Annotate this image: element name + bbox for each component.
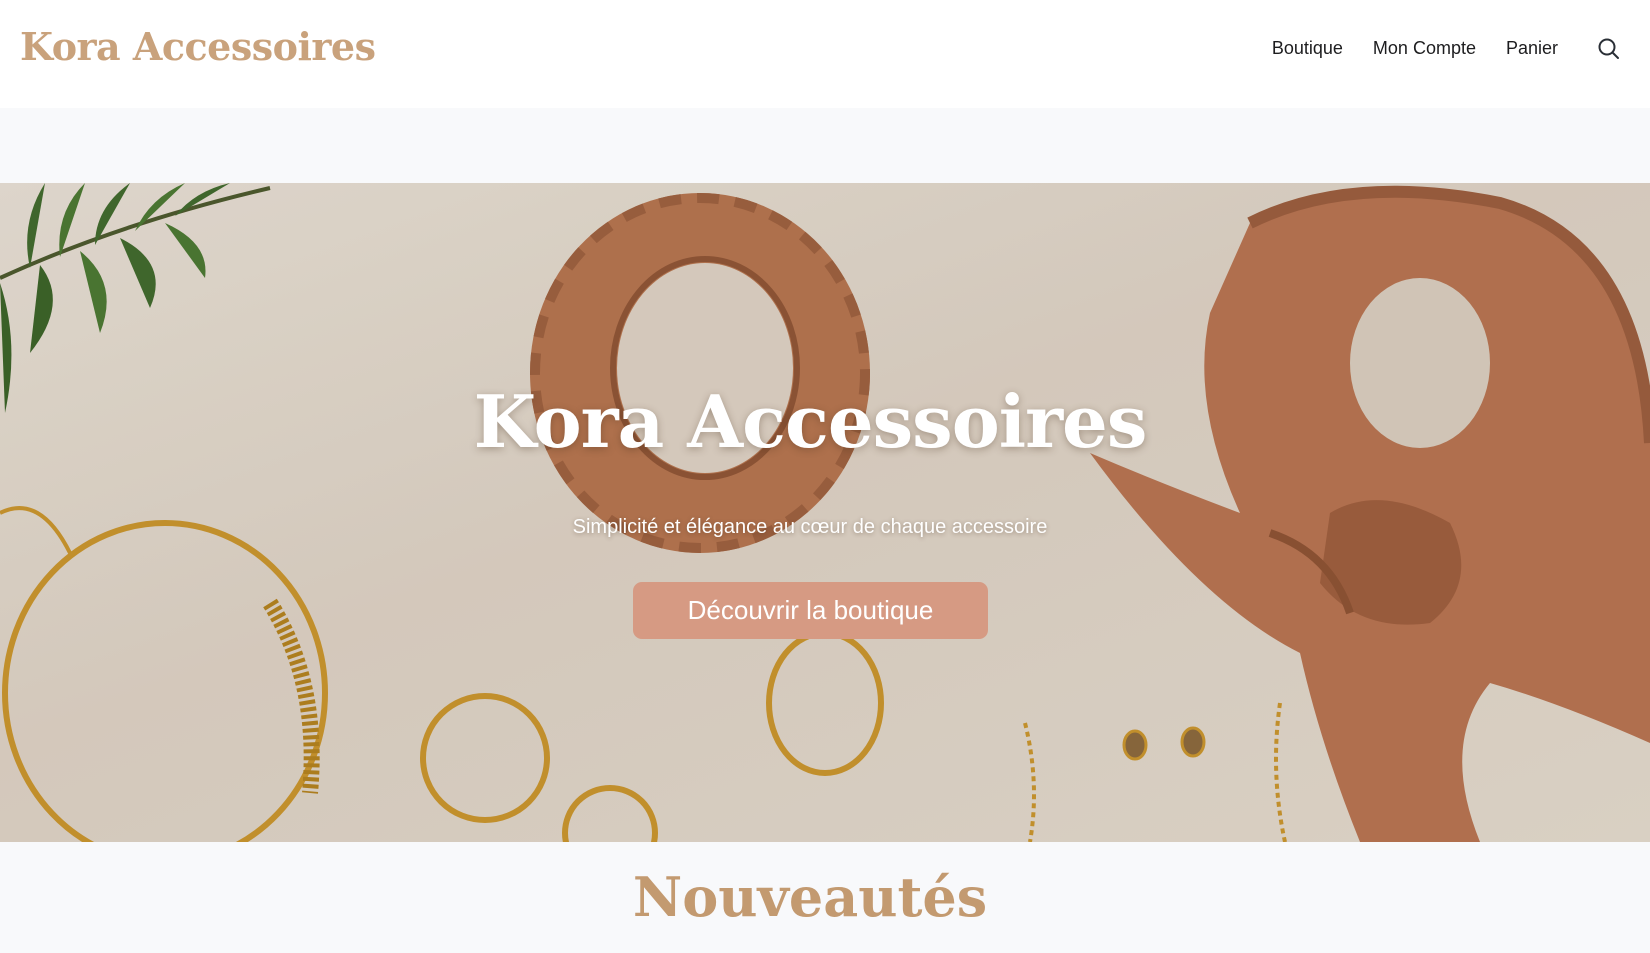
hero-subtitle: Simplicité et élégance au cœur de chaque… — [572, 516, 1048, 538]
new-arrivals-title: Nouveautés — [632, 865, 988, 929]
header-spacer — [0, 108, 1650, 183]
nav-item-panier[interactable]: Panier — [1506, 38, 1558, 59]
brand-logo[interactable]: Kora Accessoires — [20, 24, 376, 69]
search-icon[interactable] — [1596, 36, 1622, 62]
hero-overlay — [0, 183, 1650, 842]
discover-shop-button[interactable]: Découvrir la boutique — [633, 582, 988, 639]
nav-item-boutique[interactable]: Boutique — [1272, 38, 1343, 59]
site-header: Kora Accessoires Boutique Mon Compte Pan… — [0, 0, 1650, 108]
main-nav: Boutique Mon Compte Panier — [1272, 38, 1558, 59]
hero-banner: Kora Accessoires Simplicité et élégance … — [0, 183, 1650, 842]
nav-item-mon-compte[interactable]: Mon Compte — [1373, 38, 1476, 59]
hero-title: Kora Accessoires — [473, 379, 1148, 464]
